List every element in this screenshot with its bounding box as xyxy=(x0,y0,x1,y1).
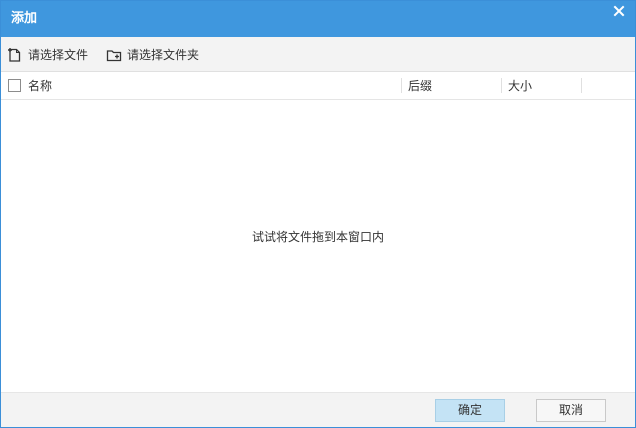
toolbar: 请选择文件 请选择文件夹 xyxy=(1,37,635,72)
column-divider[interactable] xyxy=(501,78,502,93)
dialog-footer: 确定 取消 xyxy=(1,392,635,427)
column-divider[interactable] xyxy=(581,78,582,93)
confirm-button[interactable]: 确定 xyxy=(435,399,505,422)
select-folder-label: 请选择文件夹 xyxy=(127,48,200,62)
select-file-button[interactable]: 请选择文件 xyxy=(7,46,88,64)
file-drop-area[interactable]: 试试将文件拖到本窗口内 xyxy=(1,100,635,392)
dialog-title: 添加 xyxy=(11,11,38,26)
add-dialog: 添加 请选择文件 请选择文件夹 名称 后缀 大小 试试将文件拖到本窗口内 确定 … xyxy=(0,0,636,428)
add-file-icon xyxy=(7,47,23,63)
close-icon xyxy=(613,5,625,17)
add-folder-icon xyxy=(106,47,122,63)
cancel-button[interactable]: 取消 xyxy=(536,399,606,422)
select-folder-button[interactable]: 请选择文件夹 xyxy=(106,46,199,64)
select-all-checkbox[interactable] xyxy=(8,79,21,92)
column-divider[interactable] xyxy=(401,78,402,93)
close-button[interactable] xyxy=(609,3,629,21)
column-size[interactable]: 大小 xyxy=(508,78,532,94)
select-file-label: 请选择文件 xyxy=(28,48,89,62)
file-list-header: 名称 后缀 大小 xyxy=(1,72,635,100)
column-name[interactable]: 名称 xyxy=(28,78,52,94)
drop-hint-text: 试试将文件拖到本窗口内 xyxy=(251,230,384,244)
column-suffix[interactable]: 后缀 xyxy=(408,78,432,94)
title-bar[interactable]: 添加 xyxy=(1,1,635,37)
